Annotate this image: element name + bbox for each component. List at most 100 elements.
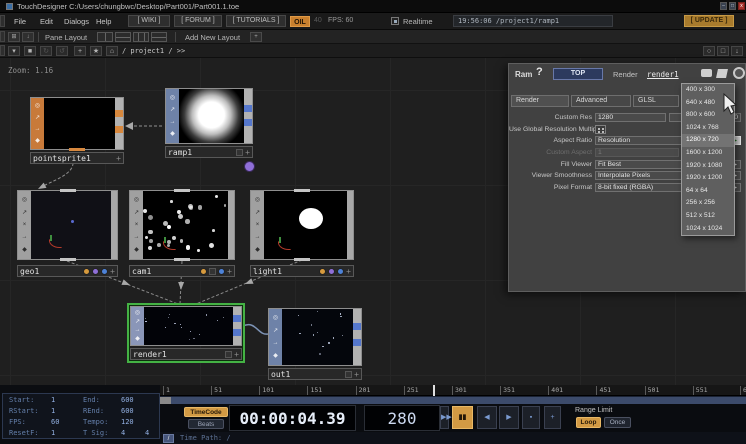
flag-slot[interactable] (236, 149, 243, 156)
menu-edit[interactable]: Edit (40, 17, 53, 26)
resolution-menu-item[interactable]: 400 x 300 (682, 84, 734, 97)
node-label-bar[interactable]: geo1 + (17, 265, 118, 277)
beats-mode-button[interactable]: Beats (188, 419, 224, 429)
node-viewer[interactable] (264, 191, 347, 259)
viewer-flag[interactable] (200, 268, 207, 275)
display-flag[interactable] (101, 268, 108, 275)
add-flag-icon[interactable]: + (245, 148, 250, 157)
flag-slot[interactable] (225, 351, 232, 358)
pane-dropdown-icon[interactable]: ▾ (8, 46, 20, 56)
render-flag[interactable] (92, 268, 99, 275)
node-light1[interactable]: ◎↗×→◆ light1 + (250, 190, 354, 277)
transport-button-2[interactable]: ◀ (477, 406, 497, 429)
node-connector-strip[interactable] (353, 309, 361, 365)
transport-button-3[interactable]: ▶ (499, 406, 519, 429)
viewer-flag[interactable] (83, 268, 90, 275)
resolution-menu-item[interactable]: 1600 x 1200 (682, 147, 734, 160)
add-flag-icon[interactable]: + (110, 267, 115, 276)
display-flag[interactable] (218, 268, 225, 275)
node-geo1[interactable]: ◎↗×→◆ geo1 + (17, 190, 118, 277)
once-button[interactable]: Once (604, 417, 631, 428)
display-flag[interactable] (337, 268, 344, 275)
node-viewer[interactable] (143, 191, 228, 259)
resolution-menu-item[interactable]: 640 x 480 (682, 97, 734, 110)
parameter-dialog[interactable]: Ram ? TOP Render render1 Render Advanced… (508, 63, 746, 292)
transport-button-4[interactable]: ▪ (522, 406, 540, 429)
node-connector-strip[interactable] (244, 89, 252, 143)
pane-splitter-handle[interactable] (0, 15, 5, 27)
home-icon[interactable]: ⌂ (106, 46, 118, 56)
node-cam1[interactable]: ◎↗×→◆ cam1 + (129, 190, 235, 277)
comment-icon[interactable] (701, 69, 712, 77)
resolution-menu-item[interactable]: 800 x 600 (682, 109, 734, 122)
resolution-menu-item[interactable]: 1024 x 768 (682, 122, 734, 135)
redo-icon[interactable]: ↻ (40, 46, 52, 56)
node-label-bar[interactable]: render1 + (130, 348, 242, 360)
menu-help[interactable]: Help (96, 17, 111, 26)
timecode-mode-button[interactable]: TimeCode (184, 407, 228, 417)
bookmark-star-icon[interactable]: ★ (90, 46, 102, 56)
add-icon[interactable]: + (74, 46, 86, 56)
title-bar[interactable]: TouchDesigner C:/Users/chungbwc/Desktop/… (0, 0, 746, 13)
undo-icon[interactable]: ↺ (56, 46, 68, 56)
layout-preset-button[interactable] (133, 32, 149, 42)
resolution-menu[interactable]: 400 x 300640 x 480800 x 6001024 x 768128… (681, 83, 735, 236)
menu-dialogs[interactable]: Dialogs (64, 17, 89, 26)
resolution-menu-item[interactable]: 1920 x 1080 (682, 160, 734, 173)
resolution-menu-item[interactable]: 512 x 512 (682, 210, 734, 223)
pane-splitter-handle[interactable] (0, 31, 5, 42)
add-layout-button[interactable]: + (250, 32, 262, 42)
node-pointsprite1[interactable]: ◎↗→◆ pointsprite1 + (30, 97, 124, 164)
language-icon[interactable] (716, 69, 728, 78)
render-flag[interactable] (328, 268, 335, 275)
minimize-button[interactable]: – (720, 2, 727, 10)
node-label-bar[interactable]: light1 + (250, 265, 354, 277)
network-path-breadcrumb[interactable]: / project1 / >> (122, 47, 185, 55)
layout-preset-button[interactable] (151, 32, 167, 42)
playhead-marker[interactable] (433, 385, 435, 396)
layout-preset-button[interactable] (97, 32, 113, 42)
time-path-root-button[interactable]: / (163, 434, 174, 443)
pane-maximize-icon[interactable]: □ (717, 46, 729, 56)
node-out1[interactable]: ◎↗→◆ out1 + (268, 308, 362, 380)
flag-slot[interactable] (209, 268, 216, 275)
add-flag-icon[interactable]: + (227, 267, 232, 276)
save-layout-icon[interactable]: ↓ (22, 32, 34, 42)
transport-button-5[interactable]: + (544, 406, 561, 429)
pane-circle-icon[interactable]: ○ (703, 46, 715, 56)
pane-splitter-handle[interactable] (0, 45, 5, 56)
add-flag-icon[interactable]: + (354, 370, 359, 379)
tab-render[interactable]: Render (511, 95, 569, 107)
layout-preset-button[interactable] (115, 32, 131, 42)
node-ramp1[interactable]: ◎↗→◆ ramp1 + (165, 88, 253, 158)
add-flag-icon[interactable]: + (234, 350, 239, 359)
node-connector-strip[interactable] (233, 307, 241, 345)
node-render1-selected[interactable]: ◎↗→◆ render1 + (130, 306, 242, 360)
node-viewer[interactable] (282, 309, 353, 365)
timeline-scrubbar[interactable] (160, 396, 746, 404)
update-button[interactable]: [ UPDATE ] (684, 15, 734, 27)
resolution-menu-item[interactable]: 256 x 256 (682, 197, 734, 210)
flag-slot[interactable] (345, 371, 352, 378)
frame-counter[interactable]: 280 (364, 405, 440, 431)
op-family-badge[interactable]: TOP (553, 68, 603, 80)
node-label-bar[interactable]: out1 + (268, 368, 362, 380)
palette-badge-icon[interactable] (244, 161, 255, 172)
param-toggle-checkbox[interactable] (595, 125, 606, 134)
stop-icon[interactable]: ■ (24, 46, 36, 56)
add-flag-icon[interactable]: + (346, 267, 351, 276)
param-value-field[interactable]: 1 (595, 148, 679, 157)
gear-icon[interactable] (733, 67, 745, 79)
add-flag-icon[interactable]: + (116, 154, 121, 163)
op-name-field[interactable]: render1 (647, 70, 679, 79)
node-viewer[interactable] (144, 307, 233, 345)
tutorials-button[interactable]: [ TUTORIALS ] (226, 15, 286, 27)
node-label-bar[interactable]: pointsprite1 + (30, 152, 124, 164)
node-viewer[interactable] (179, 89, 244, 143)
param-value-field[interactable]: 1280 (595, 113, 666, 122)
resolution-menu-item[interactable]: 1024 x 1024 (682, 223, 734, 236)
resolution-menu-item[interactable]: 64 x 64 (682, 185, 734, 198)
resolution-menu-item[interactable]: 1280 x 720 (682, 134, 734, 147)
maximize-button[interactable]: □ (729, 2, 736, 10)
viewer-flag[interactable] (319, 268, 326, 275)
